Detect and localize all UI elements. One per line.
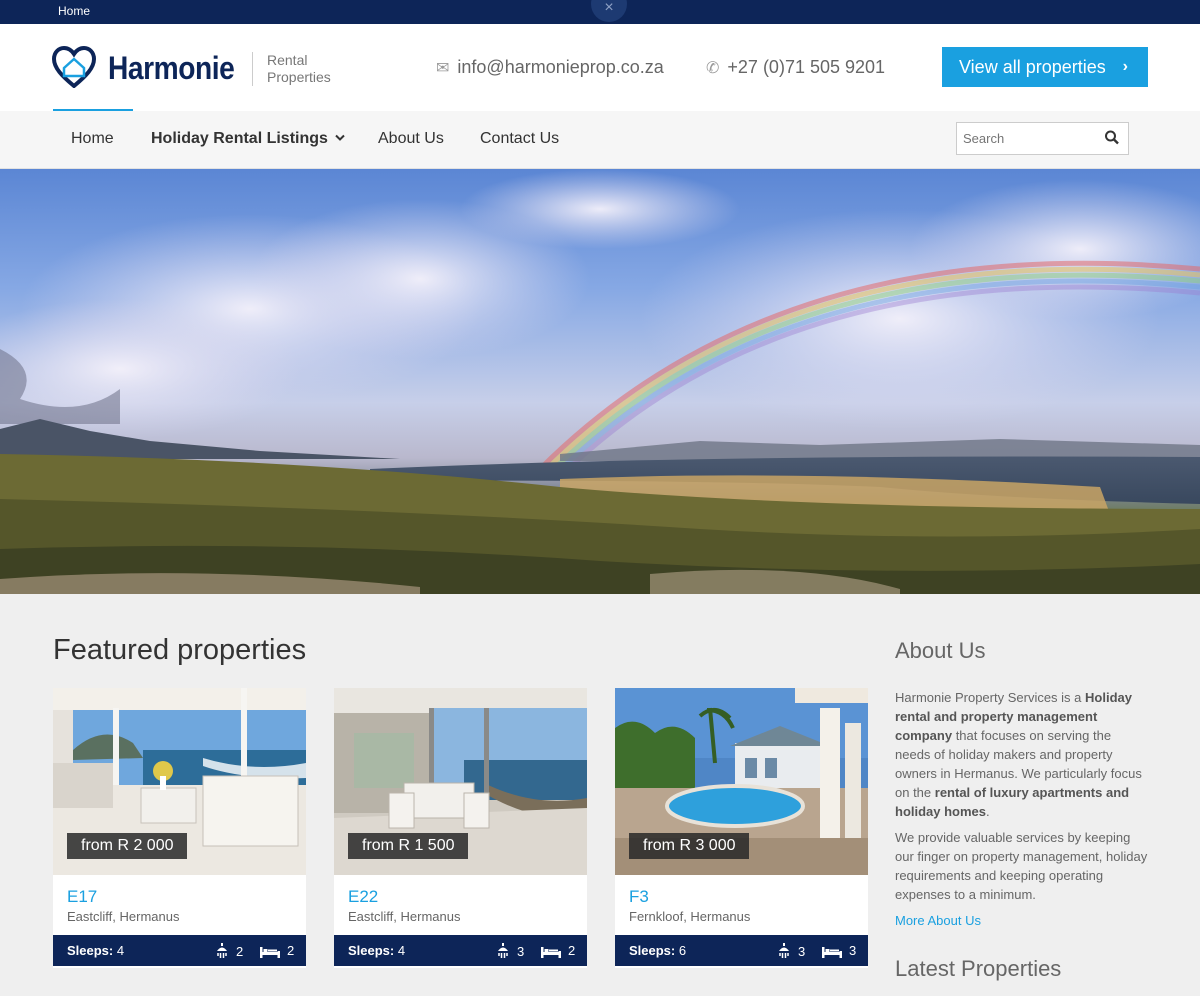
bedrooms-stat: 2	[541, 943, 575, 958]
nav-item-home[interactable]: Home	[71, 130, 114, 148]
property-card[interactable]: from R 3 000 F3 Fernkloof, Hermanus Slee…	[615, 688, 868, 968]
nav-item-holiday-rental-listings[interactable]: Holiday Rental Listings	[151, 130, 346, 148]
bathrooms-stat: 2	[215, 943, 243, 959]
sleeps-count: Sleeps: 4	[348, 943, 405, 958]
bathrooms-value: 2	[236, 944, 244, 959]
cta-label: View all properties	[959, 57, 1106, 77]
brand-tagline-line1: Rental	[267, 52, 308, 68]
about-text-part: .	[986, 804, 990, 819]
bed-icon	[822, 947, 842, 958]
property-code-link[interactable]: E17	[67, 887, 97, 907]
bathrooms-value: 3	[798, 944, 806, 959]
view-all-properties-button[interactable]: View all properties ›	[942, 47, 1148, 87]
contact-email[interactable]: ✉ info@harmonieprop.co.za	[436, 57, 664, 78]
site-header: Harmonie Rental Properties ✉ info@harmoni…	[0, 24, 1200, 111]
sidebar-about-title: About Us	[895, 638, 986, 663]
bed-icon	[260, 947, 280, 958]
property-location: Eastcliff, Hermanus	[67, 909, 180, 924]
bed-icon	[541, 947, 561, 958]
price-badge: from R 3 000	[629, 833, 750, 859]
envelope-icon: ✉	[436, 60, 450, 77]
topbar-home-link[interactable]: Home	[58, 4, 90, 18]
sleeps-value: 4	[397, 943, 406, 958]
brand-tagline: Rental Properties	[267, 52, 331, 86]
chevron-down-icon	[335, 134, 346, 141]
more-about-us-link[interactable]: More About Us	[895, 913, 981, 928]
sleeps-count: Sleeps: 6	[629, 943, 686, 958]
property-card[interactable]: from R 2 000 E17 Eastcliff, Hermanus Sle…	[53, 688, 306, 968]
about-text-part: Harmonie Property Services is a	[895, 690, 1086, 705]
phone-text: +27 (0)71 505 9201	[727, 57, 886, 77]
main-nav: Home Holiday Rental Listings About Us Co…	[0, 111, 1200, 169]
bedrooms-stat: 2	[260, 943, 294, 958]
bathrooms-value: 3	[517, 944, 525, 959]
shower-icon	[779, 943, 789, 958]
search-input[interactable]	[957, 123, 1097, 154]
bedrooms-value: 3	[849, 943, 857, 958]
nav-item-contact-us[interactable]: Contact Us	[480, 130, 559, 148]
sleeps-label: Sleeps:	[629, 943, 676, 958]
property-location: Eastcliff, Hermanus	[348, 909, 461, 924]
brand-divider	[252, 52, 253, 86]
house-heart-logo-icon[interactable]	[52, 46, 96, 88]
contact-phone[interactable]: ✆ +27 (0)71 505 9201	[706, 57, 885, 78]
bedrooms-stat: 3	[822, 943, 856, 958]
nav-item-about-us[interactable]: About Us	[378, 130, 444, 148]
property-stats-bar: Sleeps: 4 3 2	[334, 935, 587, 966]
phone-icon: ✆	[706, 60, 720, 77]
hero-banner-image	[0, 169, 1200, 594]
search-icon[interactable]	[1104, 129, 1120, 147]
sleeps-label: Sleeps:	[67, 943, 114, 958]
property-code-link[interactable]: E22	[348, 887, 378, 907]
property-code-link[interactable]: F3	[629, 887, 649, 907]
price-badge: from R 1 500	[348, 833, 469, 859]
sleeps-label: Sleeps:	[348, 943, 395, 958]
bedrooms-value: 2	[287, 943, 295, 958]
price-badge: from R 2 000	[67, 833, 188, 859]
top-bar: Home ×	[0, 0, 1200, 24]
close-icon[interactable]: ×	[591, 0, 627, 22]
email-text: info@harmonieprop.co.za	[457, 57, 664, 77]
bedrooms-value: 2	[568, 943, 576, 958]
property-location: Fernkloof, Hermanus	[629, 909, 751, 924]
sleeps-value: 4	[116, 943, 125, 958]
sleeps-value: 6	[678, 943, 687, 958]
sleeps-count: Sleeps: 4	[67, 943, 124, 958]
featured-properties-title: Featured properties	[53, 634, 307, 666]
sidebar-about-text: Harmonie Property Services is a Holiday …	[895, 688, 1150, 821]
search-box	[956, 122, 1129, 155]
bathrooms-stat: 3	[777, 943, 805, 959]
brand-name[interactable]: Harmonie	[108, 50, 235, 87]
nav-item-label: Holiday Rental Listings	[151, 130, 328, 147]
sidebar-latest-title: Latest Properties	[895, 956, 1062, 981]
bathrooms-stat: 3	[496, 943, 524, 959]
property-stats-bar: Sleeps: 4 2 2	[53, 935, 306, 966]
property-card[interactable]: from R 1 500 E22 Eastcliff, Hermanus Sle…	[334, 688, 587, 968]
property-stats-bar: Sleeps: 6 3 3	[615, 935, 868, 966]
sidebar-services-text: We provide valuable services by keeping …	[895, 830, 1148, 902]
hero-landscape-illustration	[0, 169, 1200, 594]
brand-tagline-line2: Properties	[267, 69, 331, 85]
chevron-right-icon: ›	[1122, 58, 1128, 75]
shower-icon	[217, 943, 227, 958]
shower-icon	[498, 943, 508, 958]
